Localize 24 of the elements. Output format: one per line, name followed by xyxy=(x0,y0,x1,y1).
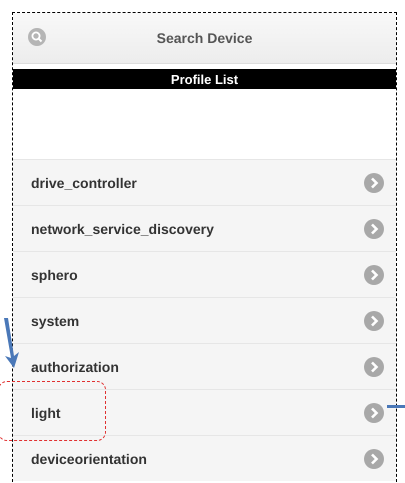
section-title: Profile List xyxy=(170,72,238,86)
chevron-icon xyxy=(364,402,384,422)
header-title: Search Device xyxy=(156,30,252,46)
profile-name: network_service_discovery xyxy=(31,220,214,236)
profile-name: system xyxy=(31,312,80,328)
profile-item[interactable]: sphero xyxy=(13,251,396,297)
profile-name: deviceorientation xyxy=(31,450,147,466)
chevron-icon xyxy=(364,310,384,330)
chevron-icon xyxy=(364,218,384,238)
profile-item[interactable]: network_service_discovery xyxy=(13,205,396,251)
chevron-icon xyxy=(364,448,384,468)
chevron-icon xyxy=(364,356,384,376)
profile-item[interactable]: light xyxy=(13,389,396,435)
profile-item[interactable]: drive_controller xyxy=(13,159,396,205)
chevron-icon xyxy=(364,264,384,284)
chevron-icon xyxy=(364,172,384,192)
search-icon[interactable] xyxy=(27,27,47,47)
profile-name: drive_controller xyxy=(31,174,137,190)
profile-name: light xyxy=(31,404,61,420)
profile-name: sphero xyxy=(31,266,78,282)
profile-name: authorization xyxy=(31,358,119,374)
profile-item[interactable]: deviceorientation xyxy=(13,435,396,481)
profile-item[interactable]: system xyxy=(13,297,396,343)
profile-item[interactable]: authorization xyxy=(13,343,396,389)
